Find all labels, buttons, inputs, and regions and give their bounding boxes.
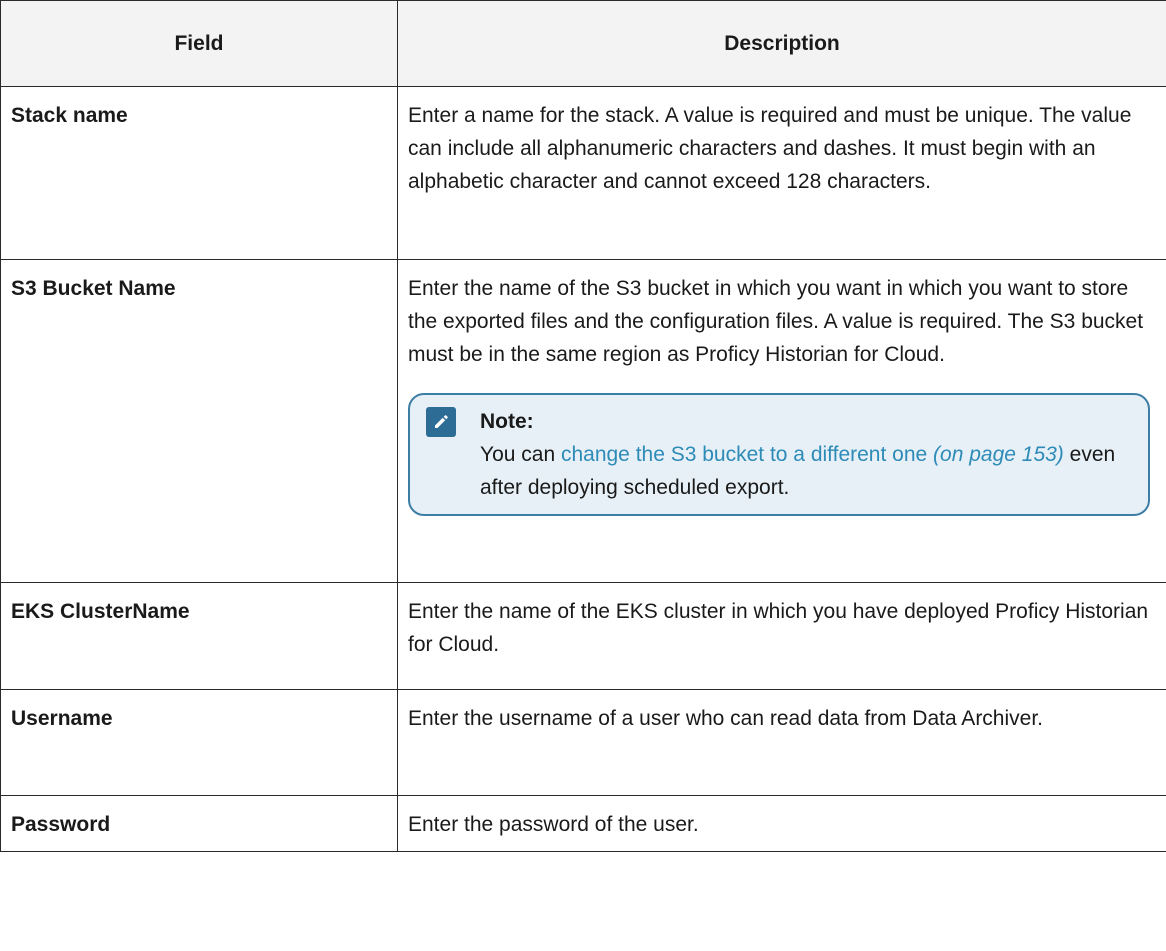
page-reference[interactable]: (on page 153)	[933, 443, 1064, 466]
header-description: Description	[397, 0, 1166, 87]
field-name: EKS ClusterName	[0, 582, 398, 690]
field-description: Enter the name of the EKS cluster in whi…	[397, 582, 1166, 690]
note-header: Note:	[426, 405, 1134, 438]
field-description: Enter a name for the stack. A value is r…	[397, 86, 1166, 260]
field-name: S3 Bucket Name	[0, 259, 398, 583]
field-name: Stack name	[0, 86, 398, 260]
change-s3-bucket-link[interactable]: change the S3 bucket to a different one …	[561, 443, 1064, 466]
field-description: Enter the password of the user.	[397, 795, 1166, 852]
note-text-before: You can	[480, 443, 561, 466]
table-header-row: Field Description	[0, 0, 1166, 87]
table-row: S3 Bucket Name Enter the name of the S3 …	[0, 259, 1166, 583]
field-name: Password	[0, 795, 398, 852]
pencil-note-icon	[426, 406, 456, 437]
note-callout: Note: You can change the S3 bucket to a …	[408, 393, 1150, 516]
note-title: Note:	[480, 410, 534, 433]
note-body: You can change the S3 bucket to a differ…	[426, 438, 1134, 504]
fields-table: Field Description Stack name Enter a nam…	[0, 0, 1166, 852]
table-row: Password Enter the password of the user.	[0, 795, 1166, 852]
link-text[interactable]: change the S3 bucket to a different one	[561, 443, 927, 466]
header-field: Field	[0, 0, 398, 87]
field-name: Username	[0, 689, 398, 796]
table-row: Username Enter the username of a user wh…	[0, 689, 1166, 796]
table-row: EKS ClusterName Enter the name of the EK…	[0, 582, 1166, 690]
field-description-cell: Enter the name of the S3 bucket in which…	[397, 259, 1166, 583]
table-row: Stack name Enter a name for the stack. A…	[0, 86, 1166, 260]
field-description: Enter the name of the S3 bucket in which…	[408, 277, 1144, 366]
field-description: Enter the username of a user who can rea…	[397, 689, 1166, 796]
